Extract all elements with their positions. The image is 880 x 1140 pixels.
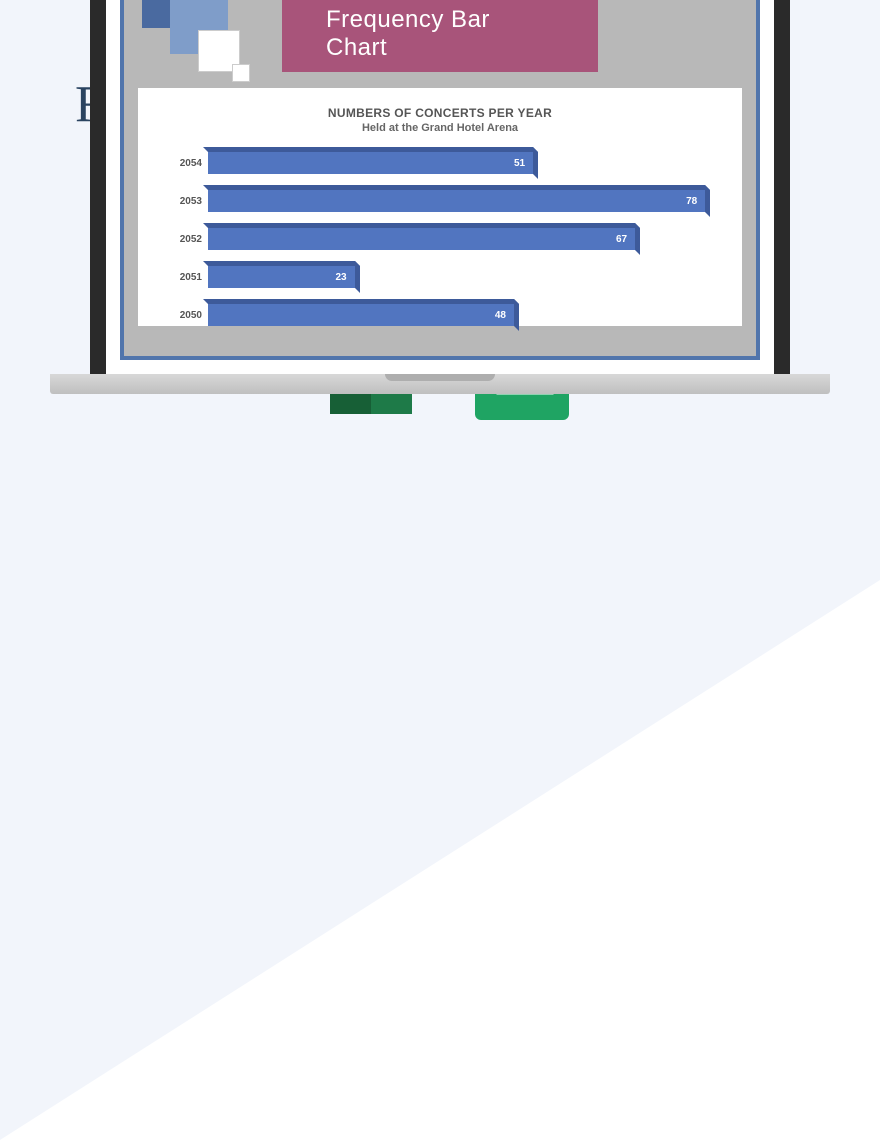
- laptop-mockup: Frequency Bar Chart NUMBERS OF CONCERTS …: [90, 0, 790, 394]
- laptop-base: [50, 374, 830, 394]
- bar-value: 48: [208, 304, 514, 326]
- bar-category-label: 2053: [162, 196, 208, 207]
- bar-row: 2050 48: [162, 304, 718, 326]
- page-root: File Formats Available in Google Sheets …: [0, 0, 880, 1140]
- bar-category-label: 2054: [162, 158, 208, 169]
- bar-row: 2053 78: [162, 190, 718, 212]
- bar-value: 23: [208, 266, 355, 288]
- deco-square-icon: [232, 64, 250, 82]
- chart-title: NUMBERS OF CONCERTS PER YEAR: [162, 106, 718, 120]
- bar-category-label: 2052: [162, 234, 208, 245]
- laptop-bezel: Frequency Bar Chart NUMBERS OF CONCERTS …: [90, 0, 790, 374]
- bar-chart-area: 2054 51 2053 78 2052 67 2051 23 2050 48: [162, 152, 718, 326]
- bar-value-label: 67: [616, 234, 627, 245]
- bar-track: 78: [208, 190, 718, 212]
- chart-panel: NUMBERS OF CONCERTS PER YEAR Held at the…: [138, 88, 742, 326]
- chart-badge-title: Frequency Bar Chart: [282, 0, 598, 72]
- bar-row: 2054 51: [162, 152, 718, 174]
- content-area: File Formats Available in Google Sheets …: [0, 0, 880, 422]
- background-triangle: [0, 580, 880, 1140]
- bar-track: 23: [208, 266, 718, 288]
- bar-category-label: 2051: [162, 272, 208, 283]
- bar-value: 67: [208, 228, 635, 250]
- bar-value-label: 48: [495, 310, 506, 321]
- bar-row: 2052 67: [162, 228, 718, 250]
- bar-value: 78: [208, 190, 705, 212]
- bar-value-label: 23: [336, 272, 347, 283]
- bar-row: 2051 23: [162, 266, 718, 288]
- bar-track: 48: [208, 304, 718, 326]
- bar-track: 51: [208, 152, 718, 174]
- chart-subtitle: Held at the Grand Hotel Arena: [162, 122, 718, 134]
- bar-value: 51: [208, 152, 533, 174]
- chart-document: Frequency Bar Chart NUMBERS OF CONCERTS …: [120, 0, 760, 360]
- bar-value-label: 78: [686, 196, 697, 207]
- laptop-screen: Frequency Bar Chart NUMBERS OF CONCERTS …: [106, 0, 774, 374]
- bar-track: 67: [208, 228, 718, 250]
- bar-value-label: 51: [514, 158, 525, 169]
- bar-category-label: 2050: [162, 310, 208, 321]
